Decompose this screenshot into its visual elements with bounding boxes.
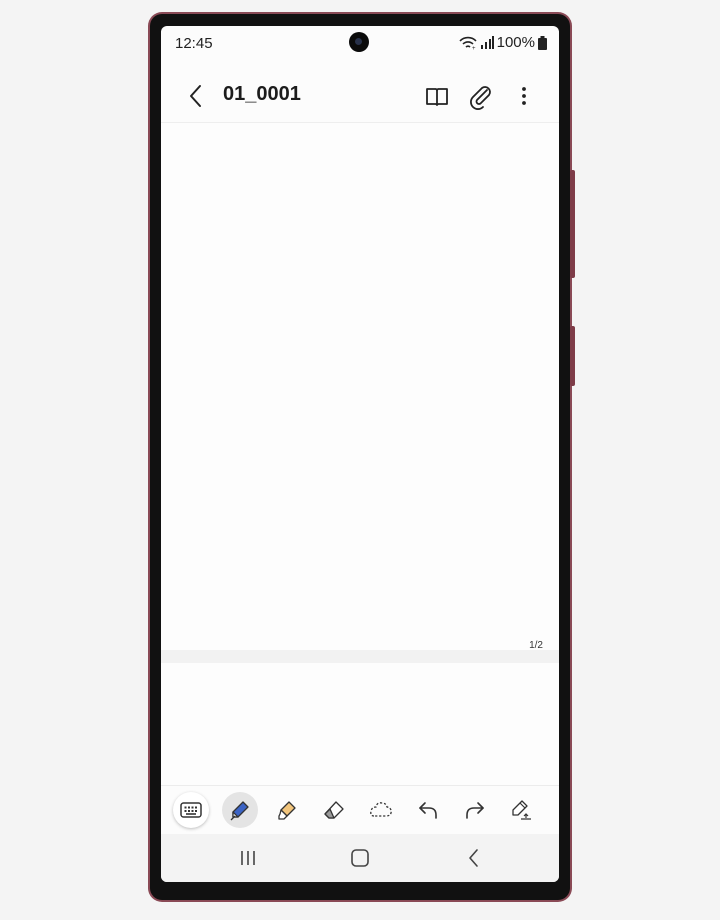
book-icon[interactable] bbox=[423, 82, 451, 110]
battery-percent: 100% bbox=[496, 34, 535, 51]
screen: 12:45 + 100% 01_0001 1/2 bbox=[161, 26, 559, 882]
lasso-icon bbox=[370, 802, 392, 817]
svg-text:+: + bbox=[472, 46, 476, 50]
redo-button[interactable] bbox=[457, 792, 493, 828]
volume-button bbox=[570, 170, 575, 278]
back-icon bbox=[469, 849, 478, 867]
pen-settings-button[interactable] bbox=[503, 792, 539, 828]
home-icon bbox=[351, 849, 369, 867]
keyboard-button[interactable] bbox=[173, 792, 209, 828]
undo-icon bbox=[419, 802, 437, 819]
system-back-button[interactable] bbox=[459, 844, 489, 872]
note-title[interactable]: 01_0001 bbox=[223, 83, 301, 106]
status-indicators: + 100% bbox=[459, 34, 547, 51]
front-camera bbox=[349, 32, 369, 52]
battery-icon bbox=[538, 35, 547, 50]
more-vertical-icon[interactable] bbox=[510, 82, 538, 110]
note-page-1[interactable] bbox=[161, 123, 559, 650]
wifi-icon: + bbox=[459, 36, 477, 50]
home-button[interactable] bbox=[345, 844, 375, 872]
pen-settings-icon bbox=[512, 800, 531, 820]
redo-icon bbox=[466, 802, 484, 819]
highlighter-icon bbox=[278, 801, 296, 820]
status-time: 12:45 bbox=[175, 35, 213, 52]
signal-icon bbox=[480, 35, 494, 49]
keyboard-icon bbox=[180, 802, 202, 818]
status-bar: 12:45 + 100% bbox=[161, 26, 559, 62]
pen-icon bbox=[230, 801, 249, 821]
eraser-button[interactable] bbox=[316, 792, 352, 828]
power-button bbox=[570, 326, 575, 386]
undo-button[interactable] bbox=[410, 792, 446, 828]
recents-button[interactable] bbox=[233, 844, 263, 872]
recents-icon bbox=[241, 851, 255, 865]
highlighter-button[interactable] bbox=[269, 792, 305, 828]
lasso-button[interactable] bbox=[363, 792, 399, 828]
note-page-2[interactable] bbox=[161, 663, 559, 785]
drawing-toolbar bbox=[161, 785, 559, 834]
pen-button[interactable] bbox=[222, 792, 258, 828]
navigation-bar bbox=[161, 834, 559, 882]
back-arrow-icon[interactable] bbox=[183, 82, 211, 110]
page-separator bbox=[161, 650, 559, 663]
paperclip-icon[interactable] bbox=[467, 82, 495, 110]
app-bar: 01_0001 bbox=[161, 70, 559, 122]
eraser-icon bbox=[324, 801, 344, 819]
